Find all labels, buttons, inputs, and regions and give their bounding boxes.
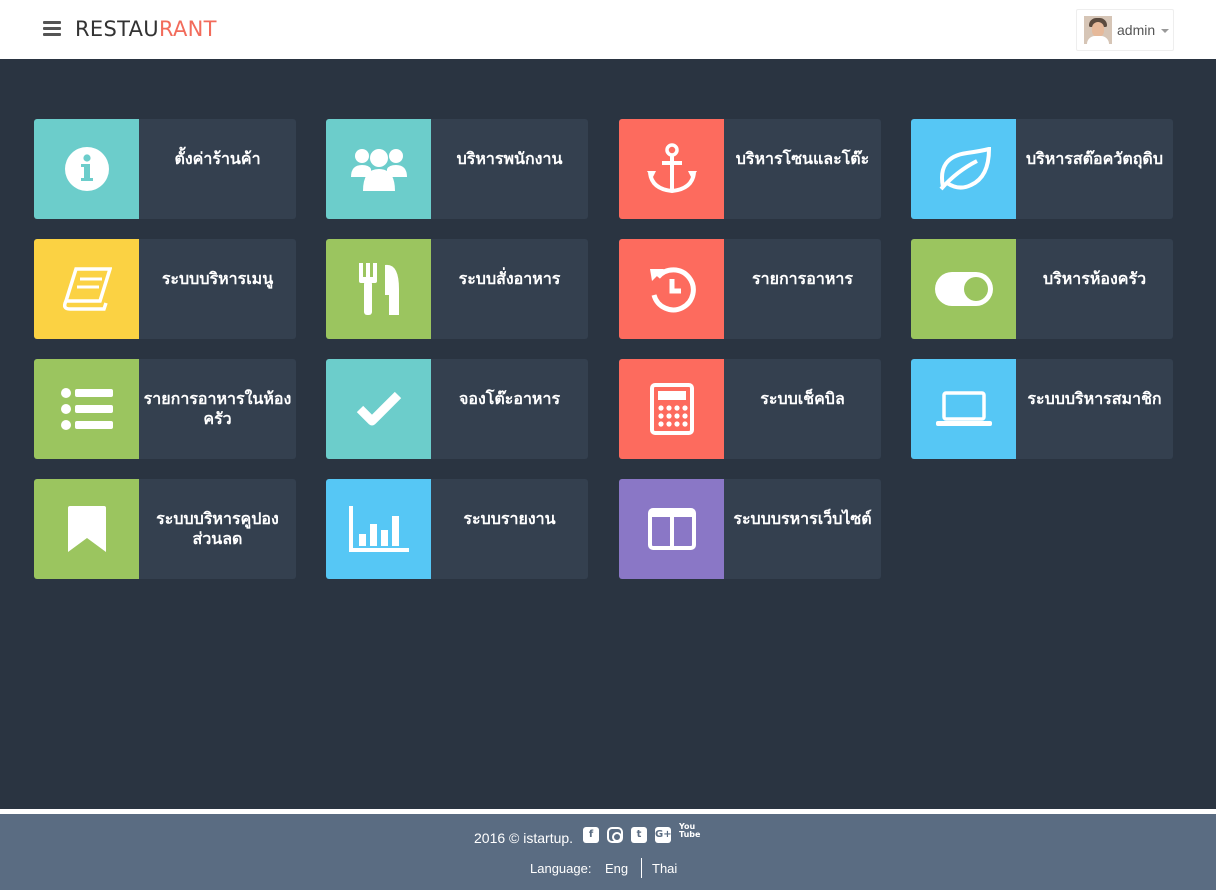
list-icon [34,359,139,459]
calculator-icon [619,359,724,459]
users-icon [326,119,431,219]
tile-label: ระบบเช็คบิล [760,389,845,408]
user-name: admin [1117,22,1156,38]
tile-label: รายการอาหาร [752,269,853,288]
history-icon [619,239,724,339]
tile-stock-management[interactable]: บริหารสต๊อควัตถุดิบ [911,119,1173,219]
tile-zone-table-management[interactable]: บริหารโซนและโต๊ะ [619,119,881,219]
tile-label: ระบบบริหารคูปอง ส่วนลด [156,509,279,548]
tile-kitchen-management[interactable]: บริหารห้องครัว [911,239,1173,339]
tile-employee-management[interactable]: บริหารพนักงาน [326,119,588,219]
tile-label: ระบบบรหารเว็บไซต์ [733,509,872,528]
language-eng-link[interactable]: Eng [605,861,628,876]
top-navbar: RESTAURANT admin [0,0,1216,59]
tile-store-settings[interactable]: ตั้งค่าร้านค้า [34,119,296,219]
book-icon [34,239,139,339]
info-icon [34,119,139,219]
check-icon [326,359,431,459]
dashboard-main: ตั้งค่าร้านค้า บริหารพนักงาน บริหารโซนแล… [0,59,1216,809]
tile-table-reservation[interactable]: จองโต๊ะอาหาร [326,359,588,459]
tile-member-management[interactable]: ระบบบริหารสมาชิก [911,359,1173,459]
columns-icon [619,479,724,579]
laptop-icon [911,359,1016,459]
brand-logo[interactable]: RESTAURANT [75,17,217,41]
bar-chart-icon [326,479,431,579]
tile-label: รายการอาหารในห้องครัว [143,389,292,428]
tile-menu-management[interactable]: ระบบบริหารเมนู [34,239,296,339]
tile-website-management[interactable]: ระบบบรหารเว็บไซต์ [619,479,881,579]
copyright-text: 2016 © istartup. [474,830,574,846]
facebook-icon[interactable]: f [583,827,599,843]
footer: 2016 © istartup. f t G+ You Tube Language… [0,814,1216,890]
tile-label: บริหารสต๊อควัตถุดิบ [1026,149,1163,168]
toggle-icon [911,239,1016,339]
instagram-icon[interactable] [607,827,623,843]
brand-text-main: RESTAU [75,17,159,41]
tile-label: บริหารพนักงาน [456,149,563,168]
tile-label: บริหารห้องครัว [1042,269,1147,288]
tile-kitchen-food-list[interactable]: รายการอาหารในห้องครัว [34,359,296,459]
brand-text-accent: RANT [158,17,217,41]
google-plus-icon[interactable]: G+ [655,827,672,843]
tile-label: จองโต๊ะอาหาร [458,389,561,408]
anchor-icon [619,119,724,219]
social-links: f t G+ You Tube [583,823,700,843]
user-menu[interactable]: admin [1076,9,1174,51]
language-label: Language: [530,861,592,876]
language-thai-link[interactable]: Thai [652,861,677,876]
tile-coupon-management[interactable]: ระบบบริหารคูปอง ส่วนลด [34,479,296,579]
tile-billing-system[interactable]: ระบบเช็คบิล [619,359,881,459]
tile-ordering-system[interactable]: ระบบสั่งอาหาร [326,239,588,339]
bookmark-icon [34,479,139,579]
youtube-icon[interactable]: You Tube [679,823,700,843]
leaf-icon [911,119,1016,219]
tile-label: ระบบสั่งอาหาร [458,269,561,288]
tile-label: ระบบรายงาน [463,509,556,528]
tile-food-list[interactable]: รายการอาหาร [619,239,881,339]
tile-label: บริหารโซนและโต๊ะ [735,149,870,168]
language-separator [641,858,642,878]
caret-down-icon [1161,29,1169,33]
tile-label: ตั้งค่าร้านค้า [174,149,261,168]
tile-reports[interactable]: ระบบรายงาน [326,479,588,579]
tile-label: ระบบบริหารเมนู [161,269,274,288]
avatar [1084,16,1112,44]
cutlery-icon [326,239,431,339]
tile-label: ระบบบริหารสมาชิก [1027,389,1162,408]
hamburger-icon[interactable] [43,21,61,36]
twitter-icon[interactable]: t [631,827,647,843]
